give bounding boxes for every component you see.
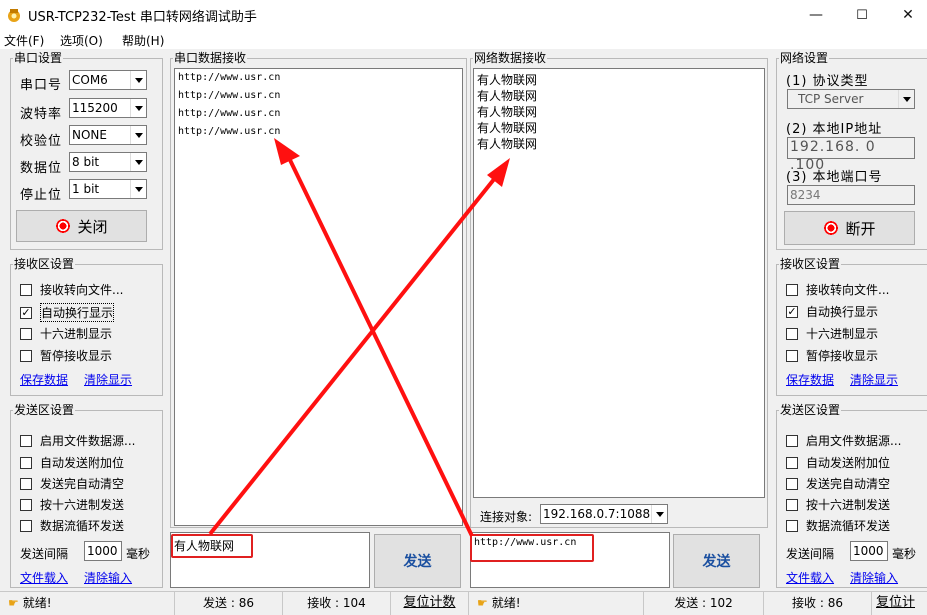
annotation-arrow-to-serial-recv [274, 138, 474, 537]
app-window: USR-TCP232-Test 串口转网络调试助手 — ☐ ✕ 文件(F) 选项… [0, 0, 927, 615]
annotation-arrow-to-net-recv [208, 158, 510, 536]
annotation-arrows [208, 138, 510, 537]
